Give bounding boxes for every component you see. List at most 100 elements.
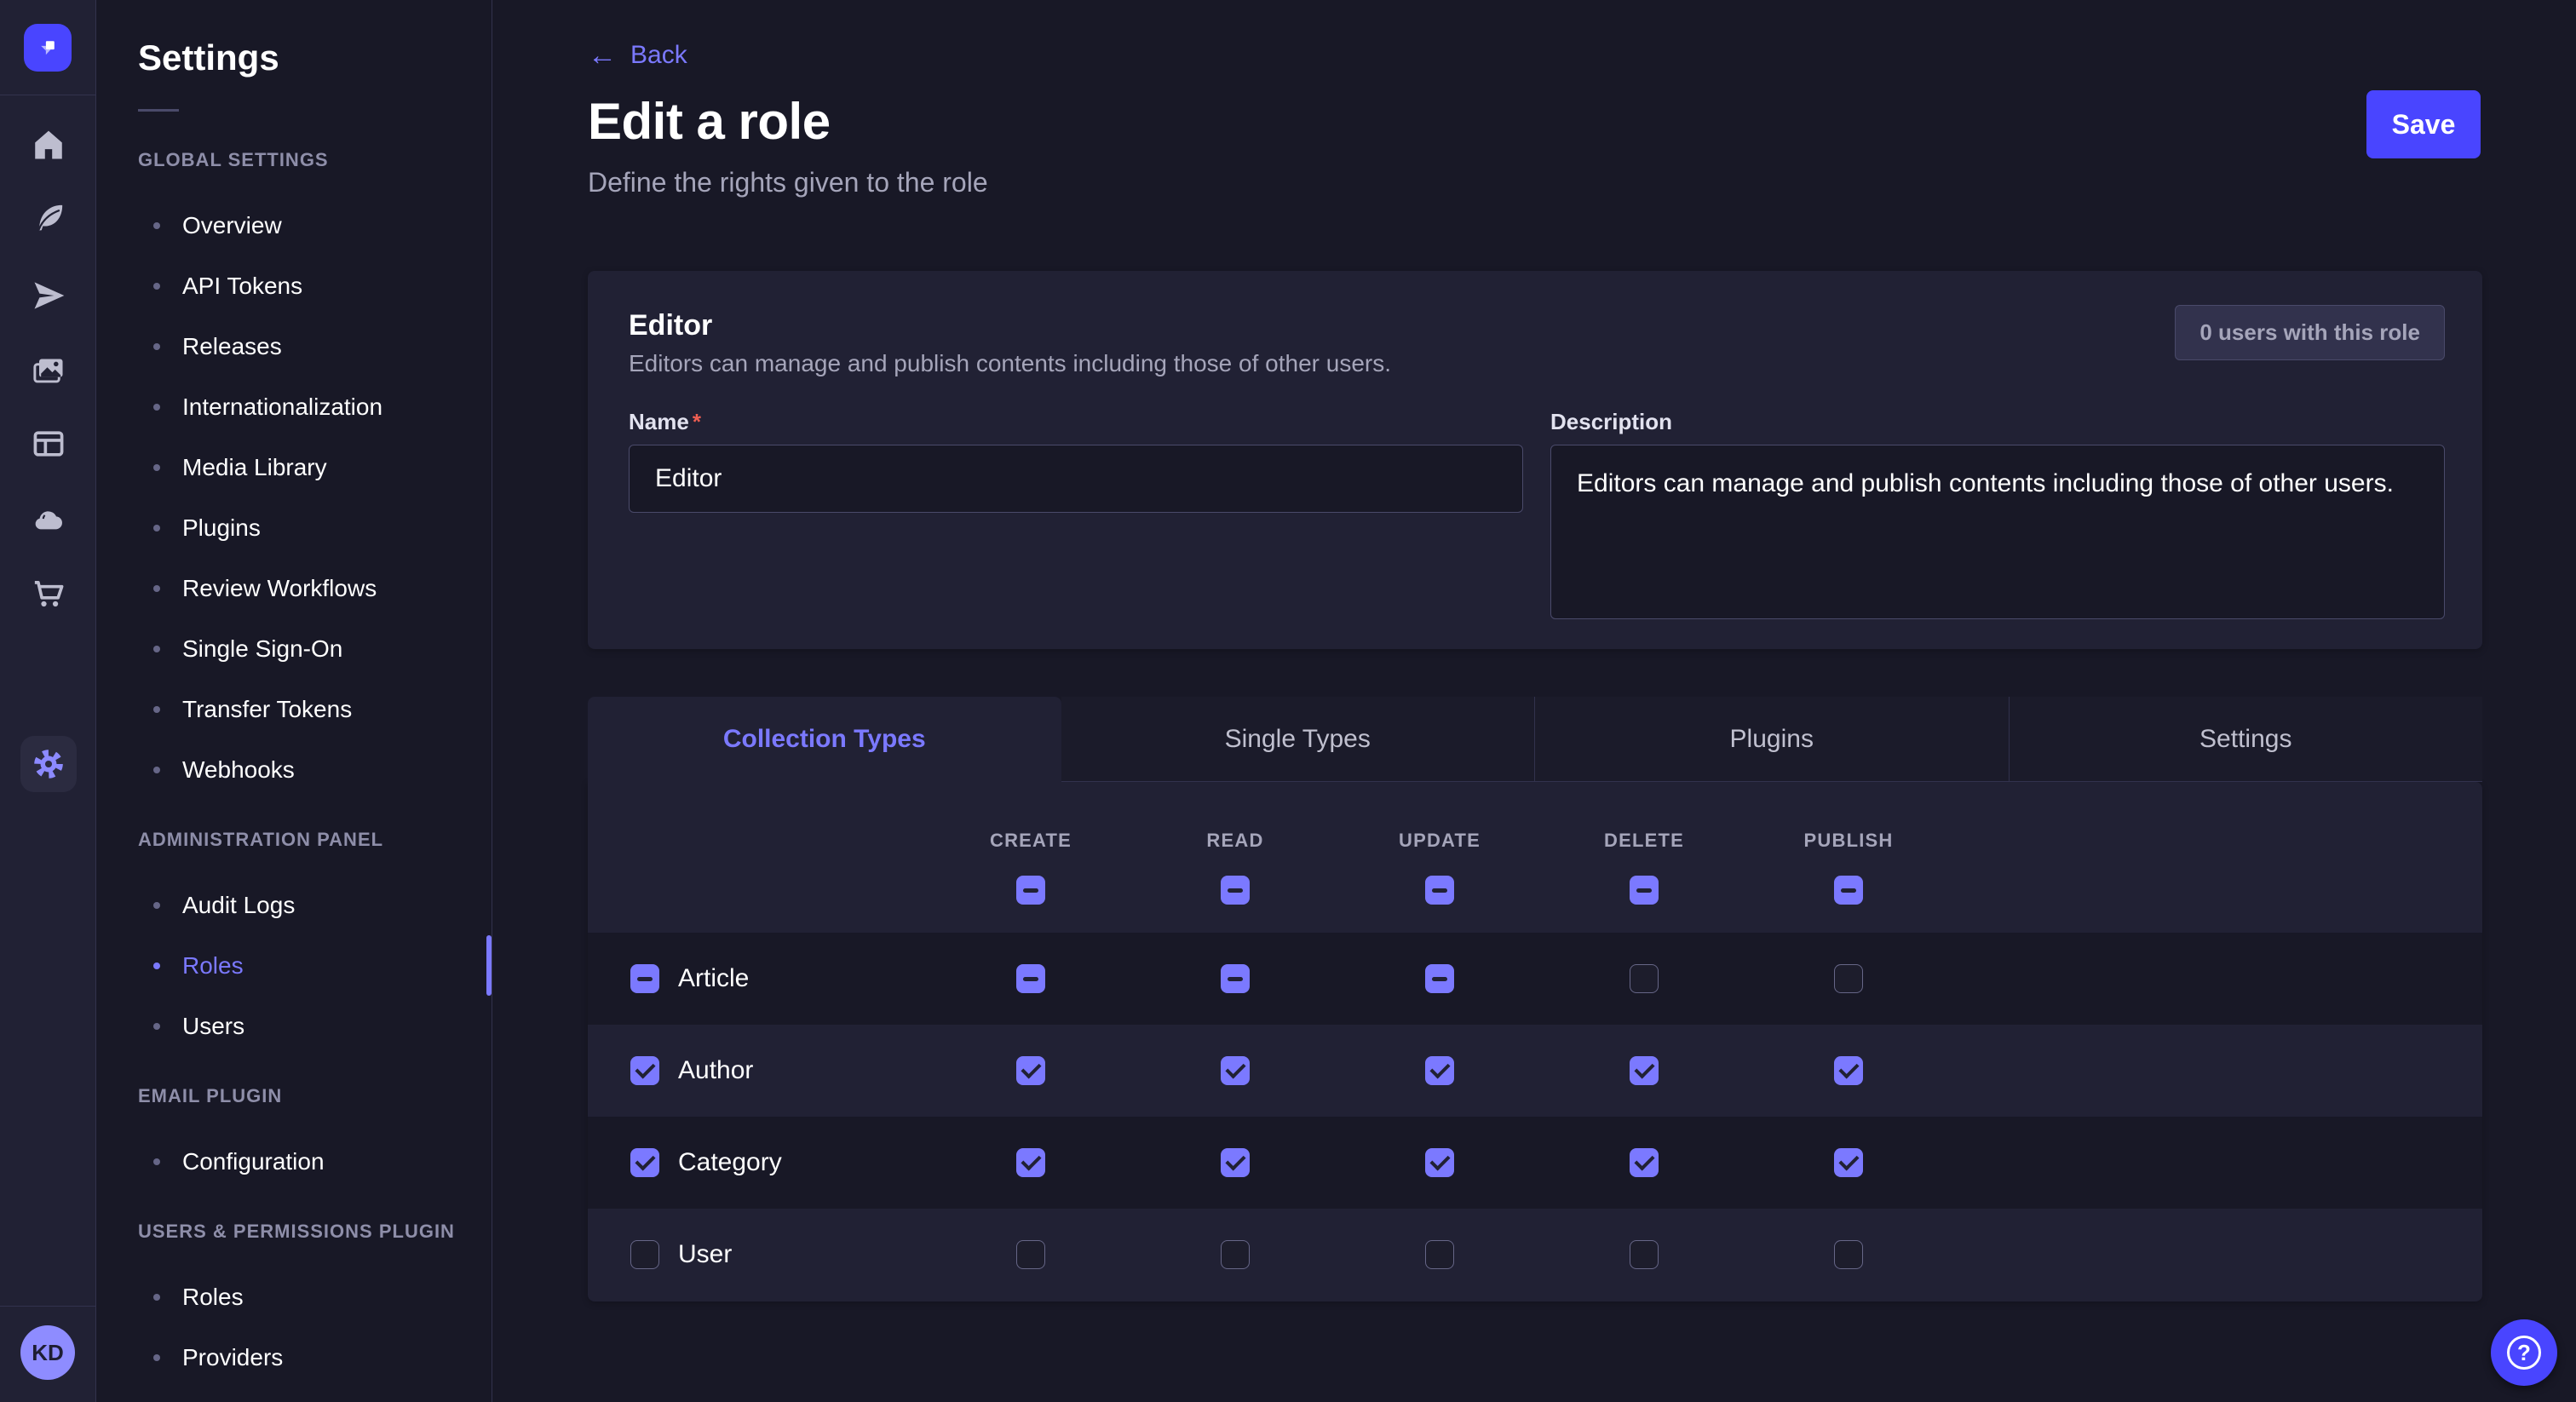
cloud-icon[interactable] [0, 489, 96, 550]
checkbox-user-read[interactable] [1221, 1240, 1250, 1269]
checkbox-author-delete[interactable] [1630, 1056, 1659, 1085]
sidebar-item-releases[interactable]: Releases [138, 316, 492, 376]
active-indicator [486, 935, 492, 996]
checkbox-category-create[interactable] [1016, 1148, 1045, 1177]
checkbox-category-delete[interactable] [1630, 1148, 1659, 1177]
name-input[interactable] [629, 445, 1523, 513]
avatar[interactable]: KD [20, 1325, 75, 1380]
section-global-settings: GLOBAL SETTINGS [138, 149, 492, 171]
checkbox-user-delete[interactable] [1630, 1240, 1659, 1269]
bullet-icon [153, 283, 160, 290]
paper-plane-icon[interactable] [0, 265, 96, 326]
bullet-icon [153, 585, 160, 592]
question-mark-icon: ? [2507, 1336, 2541, 1370]
strapi-logo[interactable] [24, 24, 72, 72]
layout-icon[interactable] [0, 413, 96, 474]
checkbox-category-read[interactable] [1221, 1148, 1250, 1177]
checkbox-category-update[interactable] [1425, 1148, 1454, 1177]
checkbox-category-publish[interactable] [1834, 1148, 1863, 1177]
checkbox-row-author[interactable] [630, 1056, 659, 1085]
sidebar-item-plugins[interactable]: Plugins [138, 497, 492, 558]
administration-panel-list: Audit Logs Roles Users [138, 875, 492, 1056]
checkbox-select-all-publish[interactable] [1834, 876, 1863, 905]
checkbox-select-all-create[interactable] [1016, 876, 1045, 905]
checkbox-article-read[interactable] [1221, 964, 1250, 993]
column-delete: DELETE [1542, 782, 1746, 905]
feather-icon[interactable] [0, 188, 96, 250]
checkbox-author-read[interactable] [1221, 1056, 1250, 1085]
tab-collection-types[interactable]: Collection Types [588, 697, 1061, 782]
table-row-user: User [588, 1209, 2482, 1301]
checkbox-author-update[interactable] [1425, 1056, 1454, 1085]
column-update: UPDATE [1337, 782, 1542, 905]
sidebar-item-configuration[interactable]: Configuration [138, 1131, 492, 1192]
checkbox-user-update[interactable] [1425, 1240, 1454, 1269]
settings-gear-button[interactable] [20, 736, 77, 792]
home-icon[interactable] [0, 114, 96, 175]
tab-settings[interactable]: Settings [2009, 697, 2483, 782]
settings-subnav: Settings GLOBAL SETTINGS Overview API To… [97, 0, 492, 1402]
section-administration-panel: ADMINISTRATION PANEL [138, 829, 492, 851]
bullet-icon [153, 902, 160, 909]
tab-plugins[interactable]: Plugins [1534, 697, 2009, 782]
permissions-tabs: Collection Types Single Types Plugins Se… [588, 697, 2482, 782]
table-row-category: Category [588, 1117, 2482, 1209]
users-with-role-badge[interactable]: 0 users with this role [2175, 305, 2445, 360]
media-library-icon[interactable] [0, 339, 96, 400]
checkbox-row-category[interactable] [630, 1148, 659, 1177]
description-field-group: Description Editors can manage and publi… [1550, 409, 2445, 623]
bullet-icon [153, 962, 160, 969]
sidebar-item-single-sign-on[interactable]: Single Sign-On [138, 618, 492, 679]
save-button[interactable]: Save [2366, 90, 2481, 158]
checkbox-author-publish[interactable] [1834, 1056, 1863, 1085]
name-field-group: Name* [629, 409, 1523, 623]
sidebar-item-providers[interactable]: Providers [138, 1327, 492, 1388]
checkbox-article-update[interactable] [1425, 964, 1454, 993]
bullet-icon [153, 222, 160, 229]
checkbox-select-all-read[interactable] [1221, 876, 1250, 905]
description-field-label: Description [1550, 409, 2445, 434]
role-name-heading: Editor [629, 308, 2445, 342]
checkbox-author-create[interactable] [1016, 1056, 1045, 1085]
back-arrow-icon: ← [588, 43, 617, 68]
name-field-label: Name* [629, 409, 1523, 434]
checkbox-select-all-update[interactable] [1425, 876, 1454, 905]
title-underline [138, 109, 179, 112]
sidebar-item-internationalization[interactable]: Internationalization [138, 376, 492, 437]
sidebar-item-up-roles[interactable]: Roles [138, 1267, 492, 1327]
bullet-icon [153, 767, 160, 773]
checkbox-user-create[interactable] [1016, 1240, 1045, 1269]
sidebar-item-review-workflows[interactable]: Review Workflows [138, 558, 492, 618]
sidebar-item-media-library[interactable]: Media Library [138, 437, 492, 497]
sidebar-item-transfer-tokens[interactable]: Transfer Tokens [138, 679, 492, 739]
checkbox-user-publish[interactable] [1834, 1240, 1863, 1269]
column-create: CREATE [929, 782, 1133, 905]
row-label: User [678, 1240, 732, 1269]
bullet-icon [153, 1158, 160, 1165]
sidebar-item-api-tokens[interactable]: API Tokens [138, 256, 492, 316]
description-textarea[interactable]: Editors can manage and publish contents … [1550, 445, 2445, 619]
marketplace-cart-icon[interactable] [0, 564, 96, 625]
back-link[interactable]: ← Back [588, 41, 687, 70]
sidebar-item-audit-logs[interactable]: Audit Logs [138, 875, 492, 935]
bullet-icon [153, 1023, 160, 1030]
checkbox-article-publish[interactable] [1834, 964, 1863, 993]
checkbox-article-create[interactable] [1016, 964, 1045, 993]
checkbox-row-article[interactable] [630, 964, 659, 993]
permissions-header-row: CREATE READ UPDATE DELETE PUBLISH [588, 782, 2482, 933]
bullet-icon [153, 343, 160, 350]
table-row-article: Article [588, 933, 2482, 1025]
checkbox-select-all-delete[interactable] [1630, 876, 1659, 905]
sidebar-item-webhooks[interactable]: Webhooks [138, 739, 492, 800]
tab-single-types[interactable]: Single Types [1061, 697, 1535, 782]
checkbox-row-user[interactable] [630, 1240, 659, 1269]
sidebar-item-roles-active[interactable]: Roles [138, 935, 492, 996]
page-title: Edit a role [588, 92, 831, 151]
sidebar-item-users[interactable]: Users [138, 996, 492, 1056]
main-nav: KD [0, 0, 96, 1402]
help-button[interactable]: ? [2491, 1319, 2557, 1386]
global-settings-list: Overview API Tokens Releases Internation… [138, 195, 492, 800]
sidebar-item-overview[interactable]: Overview [138, 195, 492, 256]
page-subtitle: Define the rights given to the role [588, 167, 988, 198]
checkbox-article-delete[interactable] [1630, 964, 1659, 993]
